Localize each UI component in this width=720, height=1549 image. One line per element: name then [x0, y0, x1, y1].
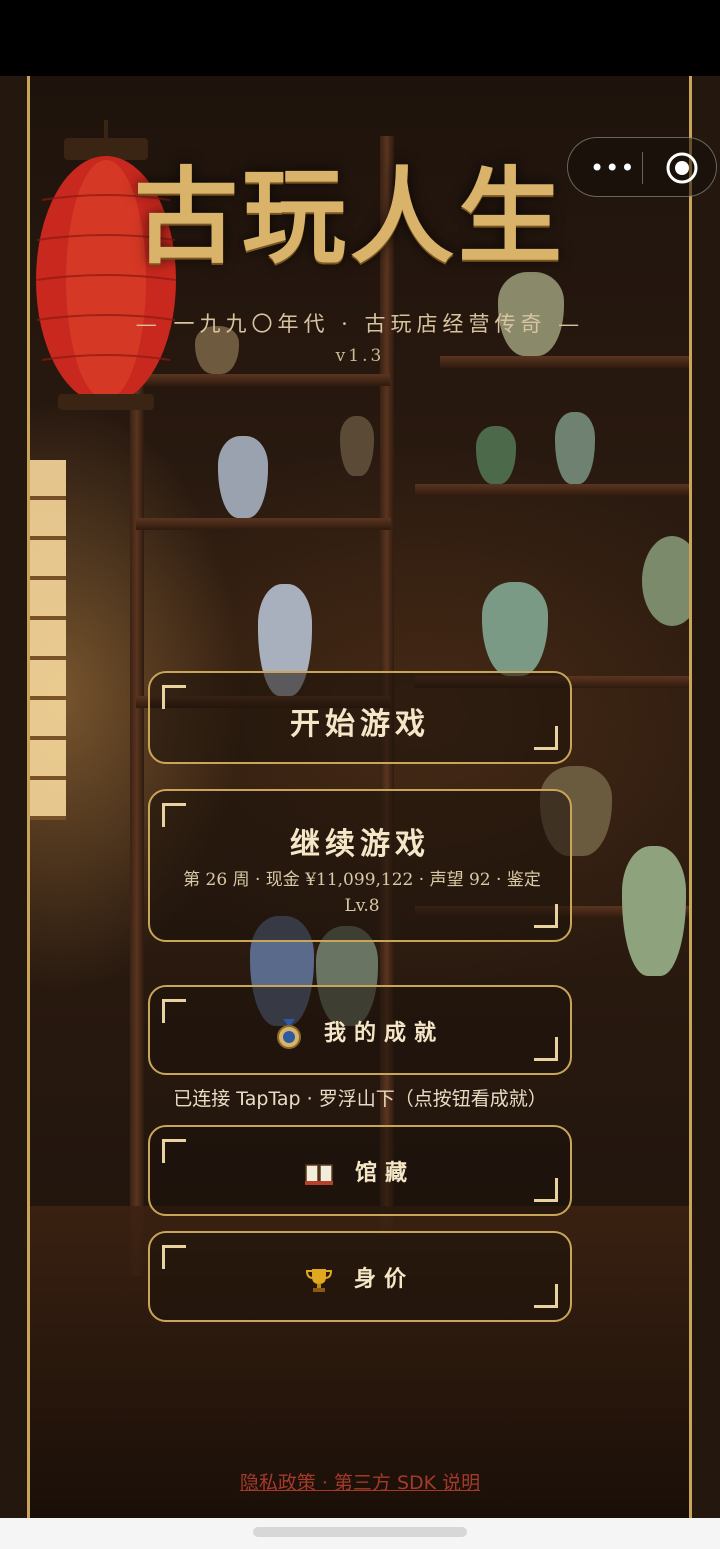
game-subtitle: — 一九九〇年代 · 古玩店经营传奇 —	[135, 312, 585, 336]
continue-game-label: 继续游戏	[290, 827, 430, 862]
celadon-vase	[482, 582, 548, 676]
game-title: 古玩人生	[133, 155, 566, 278]
achievements-label: 我的成就	[323, 1020, 444, 1046]
right-margin	[692, 76, 720, 1518]
start-game-button[interactable]: 开始游戏	[148, 671, 572, 764]
gold-frame-right	[689, 76, 692, 1518]
miniprogram-capsule: •••	[567, 137, 717, 197]
capsule-divider	[642, 152, 643, 184]
shelf-post	[130, 376, 144, 1276]
left-margin	[0, 76, 27, 1518]
net-worth-label: 身价	[353, 1266, 414, 1292]
jade-figure	[555, 412, 595, 484]
shelf-board	[415, 484, 690, 496]
more-dots-icon[interactable]: •••	[590, 156, 634, 180]
lattice-window	[30, 460, 66, 820]
status-bar	[0, 0, 720, 76]
privacy-policy-link[interactable]: 隐私政策 · 第三方 SDK 说明	[180, 1468, 540, 1495]
porcelain-vase	[218, 436, 268, 518]
jade-dragon	[622, 846, 686, 976]
home-indicator[interactable]	[253, 1527, 467, 1537]
save-summary: 第 26 周 · 现金 ¥11,099,122 · 声望 92 · 鉴定 Lv.…	[183, 870, 541, 916]
vase	[340, 416, 374, 476]
net-worth-button[interactable]: 身价	[148, 1231, 572, 1322]
book-icon	[304, 1164, 333, 1185]
achievements-row: 我的成就	[150, 1015, 570, 1049]
target-close-icon[interactable]	[665, 151, 699, 185]
collection-button[interactable]: 馆藏	[148, 1125, 572, 1216]
taptap-status: 已连接 TapTap · 罗浮山下（点按钮看成就）	[173, 1088, 547, 1110]
version-label: v1.3	[335, 346, 385, 366]
medal-icon	[276, 1019, 301, 1049]
net-worth-row: 身价	[150, 1261, 570, 1293]
shelf-board	[440, 356, 690, 368]
continue-game-button[interactable]: 继续游戏 第 26 周 · 现金 ¥11,099,122 · 声望 92 · 鉴…	[148, 789, 572, 942]
achievements-button[interactable]: 我的成就	[148, 985, 572, 1075]
jade-figure	[476, 426, 516, 484]
trophy-icon	[305, 1269, 332, 1292]
shelf-board	[136, 518, 391, 530]
gold-frame-left	[27, 76, 30, 1518]
start-game-label: 开始游戏	[290, 707, 430, 742]
collection-row: 馆藏	[150, 1155, 570, 1187]
collection-label: 馆藏	[354, 1160, 415, 1186]
